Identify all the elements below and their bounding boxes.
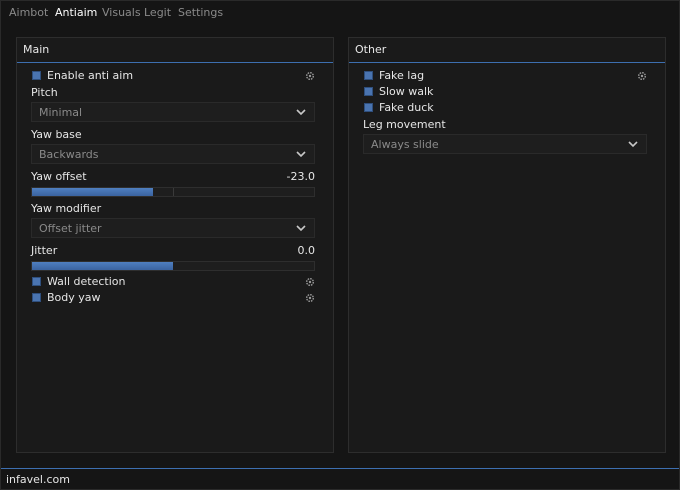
footer-site-label: infavel.com: [6, 473, 70, 486]
slow-walk-label: Slow walk: [379, 85, 434, 98]
yaw-offset-slider[interactable]: [31, 187, 315, 197]
yaw-base-select[interactable]: Backwards: [31, 144, 315, 164]
enable-anti-aim-label: Enable anti aim: [47, 69, 134, 82]
other-panel-title: Other: [355, 43, 387, 56]
chevron-down-icon: [296, 151, 306, 158]
chevron-down-icon: [296, 109, 306, 116]
yaw-offset-value: -23.0: [286, 170, 315, 183]
leg-movement-select[interactable]: Always slide: [363, 134, 647, 154]
gear-icon[interactable]: [305, 293, 315, 303]
yaw-offset-slider-fill: [32, 188, 154, 196]
yaw-base-label: Yaw base: [31, 128, 82, 141]
leg-movement-label: Leg movement: [363, 118, 446, 131]
jitter-slider-fill: [32, 262, 173, 270]
main-panel-divider: [17, 62, 333, 63]
main-panel: Main Enable anti aim Pitch Minimal Yaw b…: [16, 37, 334, 453]
tab-antiaim[interactable]: Antiaim: [55, 6, 97, 19]
tab-settings[interactable]: Settings: [178, 6, 223, 19]
fake-lag-label: Fake lag: [379, 69, 425, 82]
slow-walk-checkbox[interactable]: [364, 87, 373, 96]
main-panel-title: Main: [23, 43, 50, 56]
slider-center-tick: [173, 188, 174, 196]
other-panel: Other Fake lag Slow walk Fake duck Leg m…: [348, 37, 666, 453]
fake-duck-checkbox[interactable]: [364, 103, 373, 112]
jitter-value: 0.0: [297, 244, 316, 257]
gear-icon[interactable]: [305, 71, 315, 81]
chevron-down-icon: [296, 225, 306, 232]
body-yaw-checkbox[interactable]: [32, 293, 41, 302]
tab-aimbot[interactable]: Aimbot: [9, 6, 48, 19]
other-panel-divider: [349, 62, 665, 63]
pitch-label: Pitch: [31, 86, 58, 99]
pitch-select[interactable]: Minimal: [31, 102, 315, 122]
wall-detection-checkbox[interactable]: [32, 277, 41, 286]
gear-icon[interactable]: [305, 277, 315, 287]
tab-visuals[interactable]: Visuals: [102, 6, 141, 19]
enable-anti-aim-checkbox[interactable]: [32, 71, 41, 80]
yaw-modifier-select[interactable]: Offset jitter: [31, 218, 315, 238]
wall-detection-label: Wall detection: [47, 275, 126, 288]
tab-bar: Aimbot Antiaim Visuals Legit Settings: [1, 1, 679, 23]
chevron-down-icon: [628, 141, 638, 148]
fake-lag-checkbox[interactable]: [364, 71, 373, 80]
yaw-modifier-label: Yaw modifier: [31, 202, 102, 215]
fake-duck-label: Fake duck: [379, 101, 434, 114]
jitter-label: Jitter: [31, 244, 58, 257]
body-yaw-label: Body yaw: [47, 291, 101, 304]
leg-movement-select-value: Always slide: [371, 138, 439, 151]
gear-icon[interactable]: [637, 71, 647, 81]
cheat-menu-window: Aimbot Antiaim Visuals Legit Settings Ma…: [0, 0, 680, 490]
pitch-select-value: Minimal: [39, 106, 83, 119]
yaw-modifier-select-value: Offset jitter: [39, 222, 102, 235]
footer-divider: [1, 468, 679, 469]
tab-legit[interactable]: Legit: [144, 6, 171, 19]
yaw-offset-label: Yaw offset: [31, 170, 87, 183]
yaw-base-select-value: Backwards: [39, 148, 99, 161]
jitter-slider[interactable]: [31, 261, 315, 271]
